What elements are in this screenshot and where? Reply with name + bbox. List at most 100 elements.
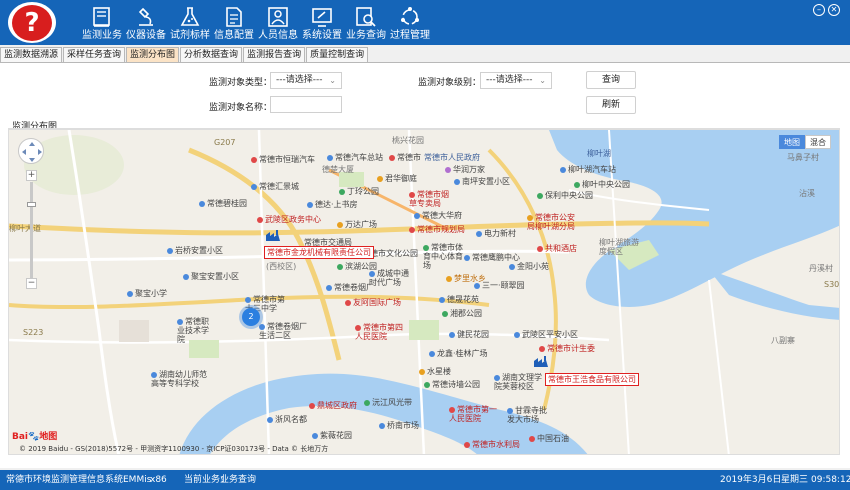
toolbar-info-config[interactable]: 信息配置 xyxy=(212,3,256,45)
map-label: 浙风名都 xyxy=(267,414,307,425)
poi-dot-icon xyxy=(151,372,157,378)
factory-marker-icon[interactable] xyxy=(265,230,281,242)
poi-dot-icon xyxy=(245,297,251,303)
refresh-button[interactable]: 刷新 xyxy=(586,96,636,114)
object-type-label: 监测对象类型： xyxy=(209,78,273,88)
poi-dot-icon xyxy=(529,436,535,442)
factory-marker-icon[interactable] xyxy=(533,356,549,368)
object-level-select[interactable]: ---请选择--- ⌄ xyxy=(480,72,552,89)
query-button[interactable]: 查询 xyxy=(586,71,636,89)
poi-dot-icon xyxy=(377,176,383,182)
window-minimize-button[interactable]: – xyxy=(813,4,825,16)
map-type-hybrid-button[interactable]: 混合 xyxy=(805,135,831,149)
map-label: 德达·上书房 xyxy=(307,199,358,210)
object-name-input[interactable] xyxy=(270,96,342,113)
flask-icon xyxy=(168,3,212,30)
zoom-track xyxy=(30,182,33,278)
map-label: 湖南文理学院芙蓉校区 xyxy=(494,373,542,391)
status-weekday: 星期三 xyxy=(781,475,809,485)
settings-screen-icon xyxy=(300,3,344,30)
map-label: 常德市 xyxy=(389,152,421,163)
map-label: 常德市恒瑞汽车 xyxy=(251,154,315,165)
company-label[interactable]: 常德市金龙机械有限责任公司 xyxy=(264,246,374,259)
map-view[interactable]: 桃兴花园 G207 常德市恒瑞汽车 常德汽车总站 常德市 常德市人民政府 德楚大… xyxy=(8,129,840,455)
book-icon xyxy=(80,3,124,30)
map-label: 万达广场 xyxy=(337,219,377,230)
tab-monitoring-trace[interactable]: 监测数据溯源 xyxy=(0,47,63,63)
zoom-in-button[interactable]: + xyxy=(26,170,37,181)
toolbar-business-query[interactable]: 业务查询 xyxy=(344,3,388,45)
toolbar-instruments[interactable]: 仪器设备 xyxy=(124,3,168,45)
object-type-value: ---请选择--- xyxy=(276,75,323,85)
map-label: 武陵区政务中心 xyxy=(257,214,321,225)
map-label: 沾溪 xyxy=(799,189,815,198)
poi-dot-icon xyxy=(309,403,315,409)
company-label[interactable]: 常德市王浩食品有限公司 xyxy=(545,373,639,386)
tab-monitoring-map[interactable]: 监测分布图 xyxy=(126,47,180,63)
toolbar-process-management[interactable]: 过程管理 xyxy=(388,3,432,45)
map-label: 常德卷烟厂生活二区 xyxy=(259,322,307,340)
map-label: 常德大华府 xyxy=(414,210,462,221)
poi-dot-icon xyxy=(442,311,448,317)
map-label: 金阳小苑 xyxy=(509,261,549,272)
poi-dot-icon xyxy=(464,255,470,261)
poi-dot-icon xyxy=(439,297,445,303)
zoom-slider[interactable]: + − xyxy=(26,170,37,290)
map-type-map-button[interactable]: 地图 xyxy=(779,135,805,149)
zoom-knob[interactable] xyxy=(27,202,36,207)
map-label: S301 xyxy=(824,280,840,289)
window-close-button[interactable]: ✕ xyxy=(828,4,840,16)
main-toolbar: 监测业务 仪器设备 试剂标样 信息配置 人员信息 系统设置 业务查询 过程管理 xyxy=(80,3,432,45)
map-label: 桃兴花园 xyxy=(392,136,424,145)
zoom-out-button[interactable]: − xyxy=(26,278,37,289)
toolbar-reagents[interactable]: 试剂标样 xyxy=(168,3,212,45)
poi-dot-icon xyxy=(409,227,415,233)
status-bar: 常德市环境监测管理信息系统EMMis x86 当前业务： 业务查询 2019年3… xyxy=(0,470,850,490)
toolbar-label: 系统设置 xyxy=(302,30,342,41)
chevron-down-icon: ⌄ xyxy=(539,76,546,85)
map-label: 常德市烟草专卖局 xyxy=(409,190,449,208)
map-label: 君华御庭 xyxy=(377,173,417,184)
toolbar-label: 过程管理 xyxy=(390,30,430,41)
map-label: 常德市计生委 xyxy=(539,343,595,354)
tab-analysis-data-query[interactable]: 分析数据查询 xyxy=(180,47,243,63)
poi-dot-icon xyxy=(414,213,420,219)
map-label: 八副寨 xyxy=(771,336,795,345)
poi-dot-icon xyxy=(464,442,470,448)
toolbar-personnel[interactable]: 人员信息 xyxy=(256,3,300,45)
help-question-icon: ? xyxy=(12,4,52,41)
map-label: 常德市规划局 xyxy=(409,224,465,235)
poi-dot-icon xyxy=(527,215,533,221)
map-label: 柳叶湖旅游度假区 xyxy=(599,238,639,256)
poi-dot-icon xyxy=(199,201,205,207)
map-copyright: © 2019 Baidu - GS(2018)5572号 - 甲测资字11009… xyxy=(19,445,329,453)
toolbar-label: 监测业务 xyxy=(82,30,122,41)
map-label: 电力新村 xyxy=(476,228,516,239)
toolbar-system-settings[interactable]: 系统设置 xyxy=(300,3,344,45)
poi-dot-icon xyxy=(327,155,333,161)
object-level-value: ---请选择--- xyxy=(486,75,533,85)
poi-dot-icon xyxy=(167,248,173,254)
poi-dot-icon xyxy=(177,319,183,325)
marker-cluster[interactable]: 2 xyxy=(242,308,260,326)
map-label: (西校区) xyxy=(266,262,297,271)
map-label: 紫薇花园 xyxy=(312,430,352,441)
tab-quality-control-query[interactable]: 质量控制查询 xyxy=(306,47,369,63)
poi-dot-icon xyxy=(449,407,455,413)
toolbar-label: 试剂标样 xyxy=(170,30,210,41)
poi-dot-icon xyxy=(476,231,482,237)
map-label: 柳叶中央公园 xyxy=(574,179,630,190)
toolbar-monitoring-business[interactable]: 监测业务 xyxy=(80,3,124,45)
tab-sampling-task-query[interactable]: 采样任务查询 xyxy=(63,47,126,63)
poi-dot-icon xyxy=(429,351,435,357)
poi-dot-icon xyxy=(494,375,500,381)
status-time: 09:58:12 xyxy=(811,475,850,485)
object-type-select[interactable]: ---请选择--- ⌄ xyxy=(270,72,342,89)
map-label: 梦里水乡 xyxy=(446,273,486,284)
map-pan-control[interactable] xyxy=(18,138,44,164)
map-label: 水星楼 xyxy=(419,366,451,377)
poi-dot-icon xyxy=(251,157,257,163)
tab-report-query[interactable]: 监测报告查询 xyxy=(243,47,306,63)
poi-dot-icon xyxy=(454,179,460,185)
toolbar-label: 业务查询 xyxy=(346,30,386,41)
